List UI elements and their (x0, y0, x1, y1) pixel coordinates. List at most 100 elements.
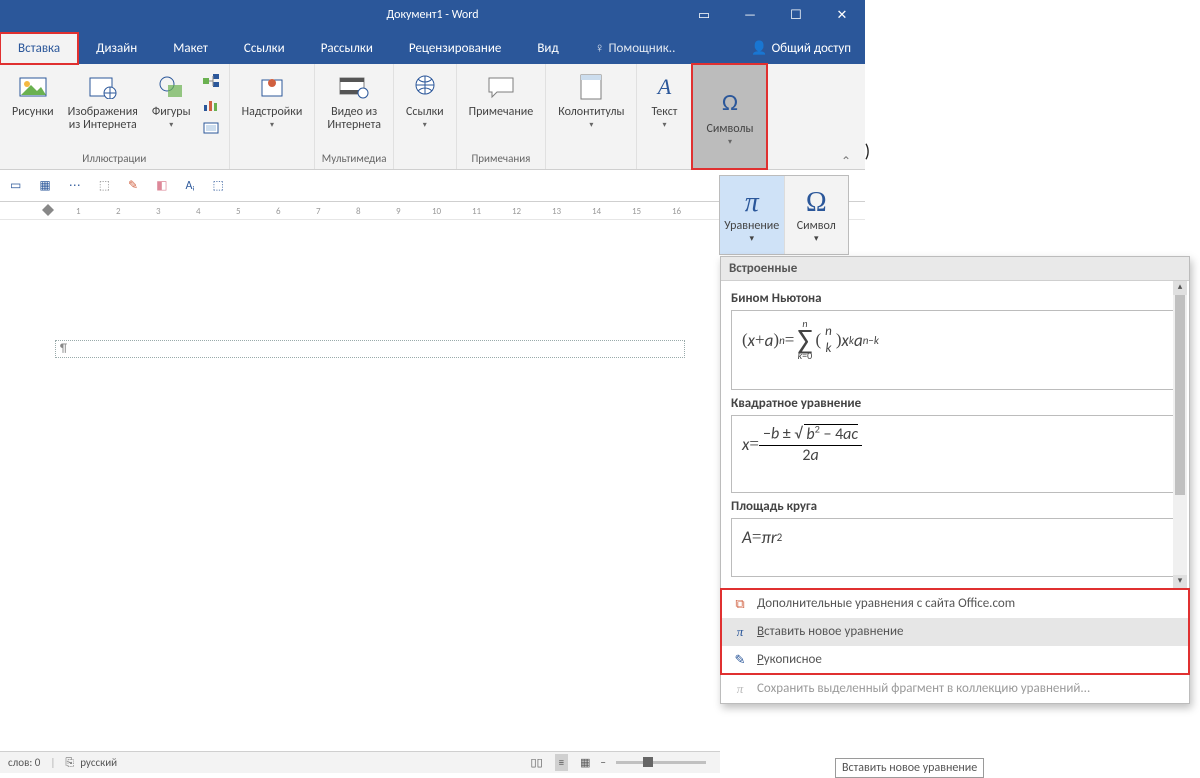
chart-button[interactable] (201, 96, 221, 114)
insert-new-equation[interactable]: π Вставить новое уравнение (721, 618, 1189, 646)
scroll-thumb[interactable] (1175, 295, 1185, 495)
language-status[interactable]: русский (80, 756, 117, 769)
group-comments-label: Примечания (471, 150, 530, 169)
close-button[interactable]: ✕ (819, 0, 865, 30)
chevron-down-icon: ▾ (749, 233, 754, 244)
screenshot-button[interactable] (201, 120, 221, 138)
comment-icon (487, 70, 515, 104)
online-video-button[interactable]: Видео из Интернета (321, 68, 387, 134)
print-layout-button[interactable]: ≡ (555, 754, 568, 771)
smartart-button[interactable] (201, 72, 221, 90)
group-media-label: Мультимедиа (322, 150, 387, 169)
svg-text:4: 4 (196, 206, 201, 217)
qat-item[interactable]: ⋯ (69, 178, 81, 193)
pi-disabled-icon: π (731, 681, 749, 697)
symbols-label: Символы (707, 123, 754, 136)
share-button[interactable]: 👤 Общий доступ (737, 33, 865, 64)
online-pictures-label: Изображения из Интернета (68, 106, 138, 132)
gallery-item-quadratic[interactable]: Квадратное уравнение x = −b ± √b2 − 4ac … (731, 396, 1179, 492)
gallery-footer: ⧉ Дополнительные уравнения c сайта Offic… (721, 589, 1189, 674)
chevron-down-icon: ▾ (169, 121, 173, 130)
gallery-item-circle-area[interactable]: Площадь круга A = πr2 (731, 499, 1179, 577)
ribbon: Рисунки Изображения из Интернета Фигуры … (0, 64, 865, 170)
gallery-item-title: Бином Ньютона (731, 291, 1179, 306)
pi-icon: π (745, 187, 759, 219)
tab-mailings[interactable]: Рассылки (303, 33, 391, 64)
svg-text:14: 14 (592, 206, 602, 217)
qat-item[interactable]: Aᵢ (185, 179, 194, 193)
svg-text:5: 5 (236, 206, 241, 217)
svg-text:15: 15 (632, 206, 642, 217)
links-label: Ссылки (406, 106, 444, 119)
text-label: Текст (652, 106, 678, 119)
equation-preview: (x + a)n = n∑k=0 (nk) xkan−k (731, 310, 1179, 390)
svg-text:1: 1 (76, 206, 81, 217)
zoom-out-button[interactable]: − (601, 756, 606, 769)
addins-button[interactable]: Надстройки ▾ (236, 68, 309, 132)
equation-label: Уравнение (724, 219, 779, 233)
svg-text:16: 16 (672, 206, 682, 217)
addins-label: Надстройки (242, 106, 303, 119)
symbol-button[interactable]: Ω Символ ▾ (785, 176, 849, 254)
comment-button[interactable]: Примечание (463, 68, 540, 121)
qat-item[interactable]: ⬚ (212, 178, 223, 193)
maximize-button[interactable]: ☐ (773, 0, 819, 30)
gallery-body: Бином Ньютона (x + a)n = n∑k=0 (nk) xkan… (721, 281, 1189, 589)
chevron-down-icon: ▾ (814, 233, 819, 244)
group-media: Видео из Интернета Мультимедиа (315, 64, 394, 169)
statusbar: слов: 0 | ⎘ русский ▯▯ ≡ ▦ − (0, 751, 720, 773)
equation-preview: x = −b ± √b2 − 4ac 2a (731, 415, 1179, 492)
lightbulb-icon: ♀ (595, 40, 605, 56)
illustrations-side (199, 68, 223, 142)
text-button[interactable]: A Текст ▾ (643, 68, 685, 132)
chevron-down-icon: ▾ (589, 121, 593, 130)
links-button[interactable]: Ссылки ▾ (400, 68, 450, 132)
ink-equation[interactable]: ✎ Рукописное (721, 646, 1189, 674)
qat-eraser-icon[interactable]: ◧ (156, 178, 167, 193)
tab-view[interactable]: Вид (519, 33, 576, 64)
gallery-scrollbar[interactable]: ▴ ▾ (1173, 281, 1187, 589)
headerfooter-button[interactable]: Колонтитулы ▾ (552, 68, 630, 132)
tab-references[interactable]: Ссылки (226, 33, 303, 64)
titlebar: Документ1 - Word ▭ — ☐ ✕ (0, 0, 865, 30)
headerfooter-label: Колонтитулы (558, 106, 624, 119)
tab-tellme[interactable]: ♀ Помощник.. (577, 32, 694, 64)
qat-item[interactable]: ▭ (10, 178, 21, 193)
qat-highlight-icon[interactable]: ✎ (128, 178, 138, 193)
zoom-slider[interactable] (616, 761, 706, 764)
scroll-down-button[interactable]: ▾ (1173, 575, 1187, 589)
equation-placeholder[interactable]: ¶ (55, 340, 685, 358)
minimize-button[interactable]: — (727, 0, 773, 30)
group-symbols: Ω Символы ▾ (692, 64, 768, 169)
gallery-header: Встроенные (721, 257, 1189, 281)
ink-equation-label: Рукописное (757, 652, 822, 667)
equation-preview: A = πr2 (731, 518, 1179, 577)
tab-review[interactable]: Рецензирование (391, 33, 519, 64)
textbox-icon: A (658, 70, 671, 104)
web-layout-button[interactable]: ▦ (580, 756, 590, 769)
read-mode-button[interactable]: ▯▯ (531, 756, 543, 769)
tab-design[interactable]: Дизайн (78, 33, 155, 64)
chevron-down-icon: ▾ (728, 138, 732, 147)
symbols-button[interactable]: Ω Символы ▾ (692, 64, 767, 169)
gallery-item-binomial[interactable]: Бином Ньютона (x + a)n = n∑k=0 (nk) xkan… (731, 291, 1179, 390)
ribbon-display-options[interactable]: ▭ (681, 0, 727, 30)
qat-item[interactable]: ▦ (39, 178, 50, 193)
tab-layout[interactable]: Макет (155, 33, 226, 64)
ink-icon: ✎ (731, 652, 749, 668)
online-pictures-button[interactable]: Изображения из Интернета (62, 68, 144, 134)
zoom-slider-thumb[interactable] (643, 757, 653, 767)
language-icon: ⎘ (65, 756, 74, 770)
headerfooter-icon (580, 70, 602, 104)
qat-item[interactable]: ⬚ (99, 178, 110, 193)
word-count[interactable]: слов: 0 (8, 756, 40, 769)
pictures-button[interactable]: Рисунки (6, 68, 60, 121)
shapes-button[interactable]: Фигуры ▾ (146, 68, 197, 132)
scroll-up-button[interactable]: ▴ (1173, 281, 1187, 295)
tab-insert[interactable]: Вставка (0, 33, 78, 64)
group-illustrations-label: Иллюстрации (82, 150, 146, 169)
more-equations-office-com[interactable]: ⧉ Дополнительные уравнения c сайта Offic… (721, 590, 1189, 618)
collapse-ribbon-icon[interactable]: ⌃ (841, 154, 851, 169)
equation-button[interactable]: π Уравнение ▾ (720, 176, 785, 254)
chevron-down-icon: ▾ (662, 121, 666, 130)
